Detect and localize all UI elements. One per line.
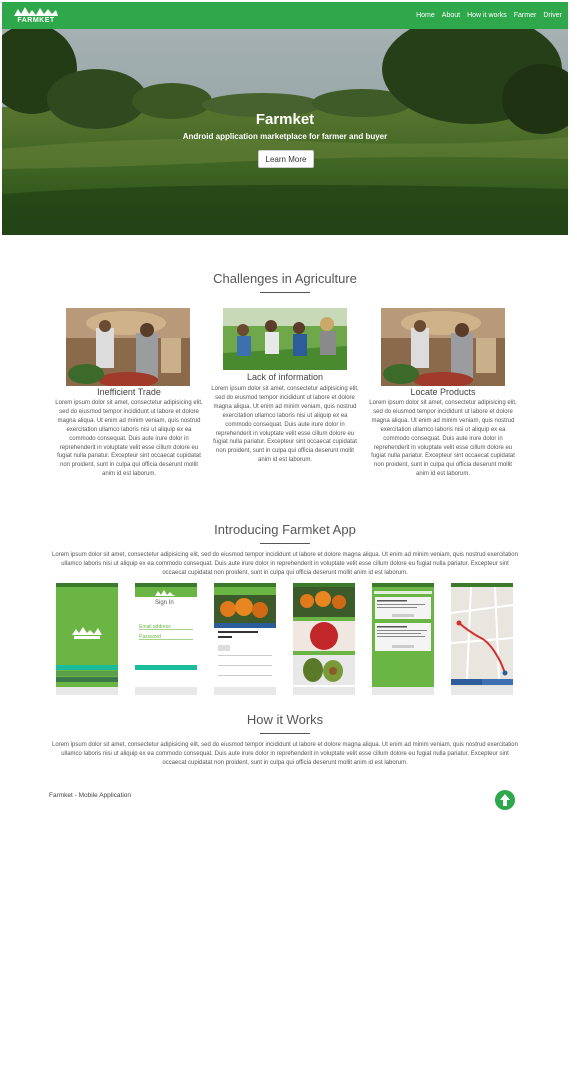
learn-more-button[interactable]: Learn More [258, 150, 314, 168]
card-text-locate-products: Lorem ipsum dolor sit amet, consectetur … [369, 400, 517, 478]
arrow-up-circle-icon[interactable] [495, 790, 515, 810]
inefficient-trade-image [66, 308, 190, 386]
card-title-locate-products: Locate Products [410, 387, 476, 397]
introducing-title: Introducing Farmket App [214, 522, 356, 537]
card-title-inefficient-trade: Inefficient Trade [97, 387, 161, 397]
nav-home[interactable]: Home [416, 12, 435, 19]
navbar: FARMKET Home About How it works Farmer D… [2, 2, 568, 29]
app-screenshot-signin: Sign In Email address Password [135, 583, 197, 695]
signin-screen-title: Sign In [155, 600, 174, 606]
hero-subtitle: Android application marketplace for farm… [182, 132, 388, 141]
how-it-works-title: How it Works [246, 712, 324, 727]
locate-products-image [381, 308, 505, 386]
how-it-works-text: Lorem ipsum dolor sit amet, consectetur … [52, 742, 518, 766]
introducing-title-rule [260, 543, 310, 544]
card-title-lack-of-information: Lack of information [246, 372, 324, 382]
challenges-title-rule [260, 292, 310, 293]
hero-title: Farmket [255, 111, 315, 128]
signin-password-label: Password [139, 634, 161, 640]
introducing-text: Lorem ipsum dolor sit amet, consectetur … [52, 552, 518, 576]
hero-banner: Farmket Android application marketplace … [2, 29, 568, 235]
challenges-title: Challenges in Agriculture [213, 271, 357, 286]
signin-email-label: Email address [139, 624, 171, 630]
app-screenshot-splash [56, 583, 118, 695]
app-screenshot-orders [372, 583, 434, 695]
nav-links: Home About How it works Farmer Driver [416, 2, 562, 29]
how-it-works-title-rule [260, 733, 310, 734]
nav-about[interactable]: About [442, 12, 460, 19]
app-screenshot-gallery [293, 583, 355, 695]
farmket-logo[interactable]: FARMKET [12, 5, 60, 26]
logo-text: FARMKET [17, 17, 55, 24]
card-text-lack-of-information: Lorem ipsum dolor sit amet, consectetur … [211, 386, 359, 464]
app-screenshot-product [214, 583, 276, 695]
card-text-inefficient-trade: Lorem ipsum dolor sit amet, consectetur … [55, 400, 203, 478]
footer-text: Farmket - Mobile Application [49, 792, 132, 799]
nav-how-it-works[interactable]: How it works [467, 12, 507, 19]
app-screenshot-map [451, 583, 513, 695]
nav-driver[interactable]: Driver [543, 12, 562, 19]
nav-farmer[interactable]: Farmer [514, 12, 537, 19]
page-frame: FARMKET Home About How it works Farmer D… [2, 2, 568, 1073]
